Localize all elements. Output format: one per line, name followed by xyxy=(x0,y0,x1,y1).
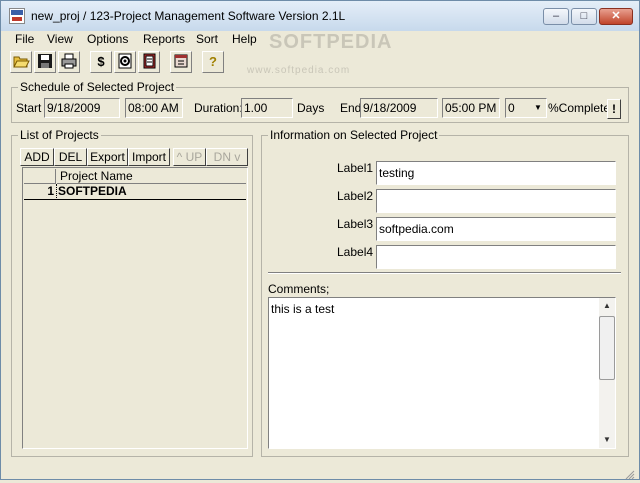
label1-label: Label1 xyxy=(337,161,374,175)
days-label: Days xyxy=(297,101,325,115)
title-bar[interactable]: new_proj / 123-Project Management Softwa… xyxy=(1,1,639,31)
menu-reports[interactable]: Reports xyxy=(143,32,185,46)
duration-field[interactable]: 1.00 xyxy=(241,98,293,118)
menu-view[interactable]: View xyxy=(47,32,73,46)
calendar-icon[interactable] xyxy=(170,51,192,73)
app-logo-icon xyxy=(9,8,25,24)
scroll-down-icon[interactable]: ▼ xyxy=(599,432,615,448)
table-row[interactable]: 1 SOFTPEDIA xyxy=(24,184,246,200)
percent-complete-value: 0 xyxy=(508,101,515,115)
move-down-button[interactable]: DN v xyxy=(206,148,248,166)
menu-help[interactable]: Help xyxy=(232,32,257,46)
start-time-field[interactable]: 08:00 AM xyxy=(125,98,183,118)
comments-textarea[interactable]: this is a test xyxy=(268,297,616,449)
projects-table xyxy=(22,167,248,449)
table-corner-cell xyxy=(24,169,56,184)
add-button[interactable]: ADD xyxy=(20,148,54,166)
project-name-cell: SOFTPEDIA xyxy=(58,184,127,198)
resize-grip-icon[interactable] xyxy=(625,469,635,480)
gear-icon[interactable] xyxy=(114,51,136,73)
app-window: new_proj / 123-Project Management Softwa… xyxy=(0,0,640,480)
scroll-up-icon[interactable]: ▲ xyxy=(599,298,615,314)
start-date-field[interactable]: 9/18/2009 xyxy=(44,98,120,118)
end-label: End xyxy=(340,101,362,115)
label4-label: Label4 xyxy=(337,245,374,259)
label3-input[interactable]: softpedia.com xyxy=(376,217,616,241)
delete-button[interactable]: DEL xyxy=(54,148,87,166)
scroll-thumb[interactable] xyxy=(599,316,615,380)
window-title: new_proj / 123-Project Management Softwa… xyxy=(31,9,346,23)
menu-options[interactable]: Options xyxy=(87,32,128,46)
close-button[interactable]: ✕ xyxy=(599,8,633,25)
schedule-legend: Schedule of Selected Project xyxy=(18,80,177,94)
notebook-icon[interactable] xyxy=(138,51,160,73)
alert-button[interactable]: ! xyxy=(607,99,621,119)
label3-label: Label3 xyxy=(337,217,374,231)
comments-scrollbar[interactable]: ▲ ▼ xyxy=(599,298,615,448)
print-icon[interactable] xyxy=(58,51,80,73)
project-name-header[interactable]: Project Name xyxy=(57,169,246,184)
percent-complete-label: %Complete xyxy=(548,101,611,115)
chevron-down-icon[interactable]: ▼ xyxy=(531,100,545,116)
projects-legend: List of Projects xyxy=(18,128,101,142)
label4-input[interactable] xyxy=(376,245,616,269)
divider xyxy=(268,272,621,274)
menu-sort[interactable]: Sort xyxy=(196,32,218,46)
export-button[interactable]: Export xyxy=(87,148,128,166)
maximize-button[interactable]: □ xyxy=(571,8,597,25)
label1-input[interactable]: testing xyxy=(376,161,616,185)
info-legend: Information on Selected Project xyxy=(268,128,440,142)
minimize-button[interactable]: – xyxy=(543,8,569,25)
end-date-field[interactable]: 9/18/2009 xyxy=(360,98,438,118)
label2-input[interactable] xyxy=(376,189,616,213)
end-time-field[interactable]: 05:00 PM xyxy=(442,98,500,118)
move-up-button[interactable]: ^ UP xyxy=(173,148,206,166)
menu-file[interactable]: File xyxy=(15,32,34,46)
duration-label: Duration: xyxy=(194,101,243,115)
row-number: 1 xyxy=(47,184,54,198)
comments-label: Comments; xyxy=(268,282,330,296)
save-disk-icon[interactable] xyxy=(34,51,56,73)
import-button[interactable]: Import xyxy=(128,148,170,166)
label2-label: Label2 xyxy=(337,189,374,203)
toolbar: $ ? xyxy=(1,49,639,77)
percent-complete-select[interactable]: 0 ▼ xyxy=(505,98,547,118)
open-folder-icon[interactable] xyxy=(10,51,32,73)
dollar-icon[interactable]: $ xyxy=(90,51,112,73)
help-question-icon[interactable]: ? xyxy=(202,51,224,73)
